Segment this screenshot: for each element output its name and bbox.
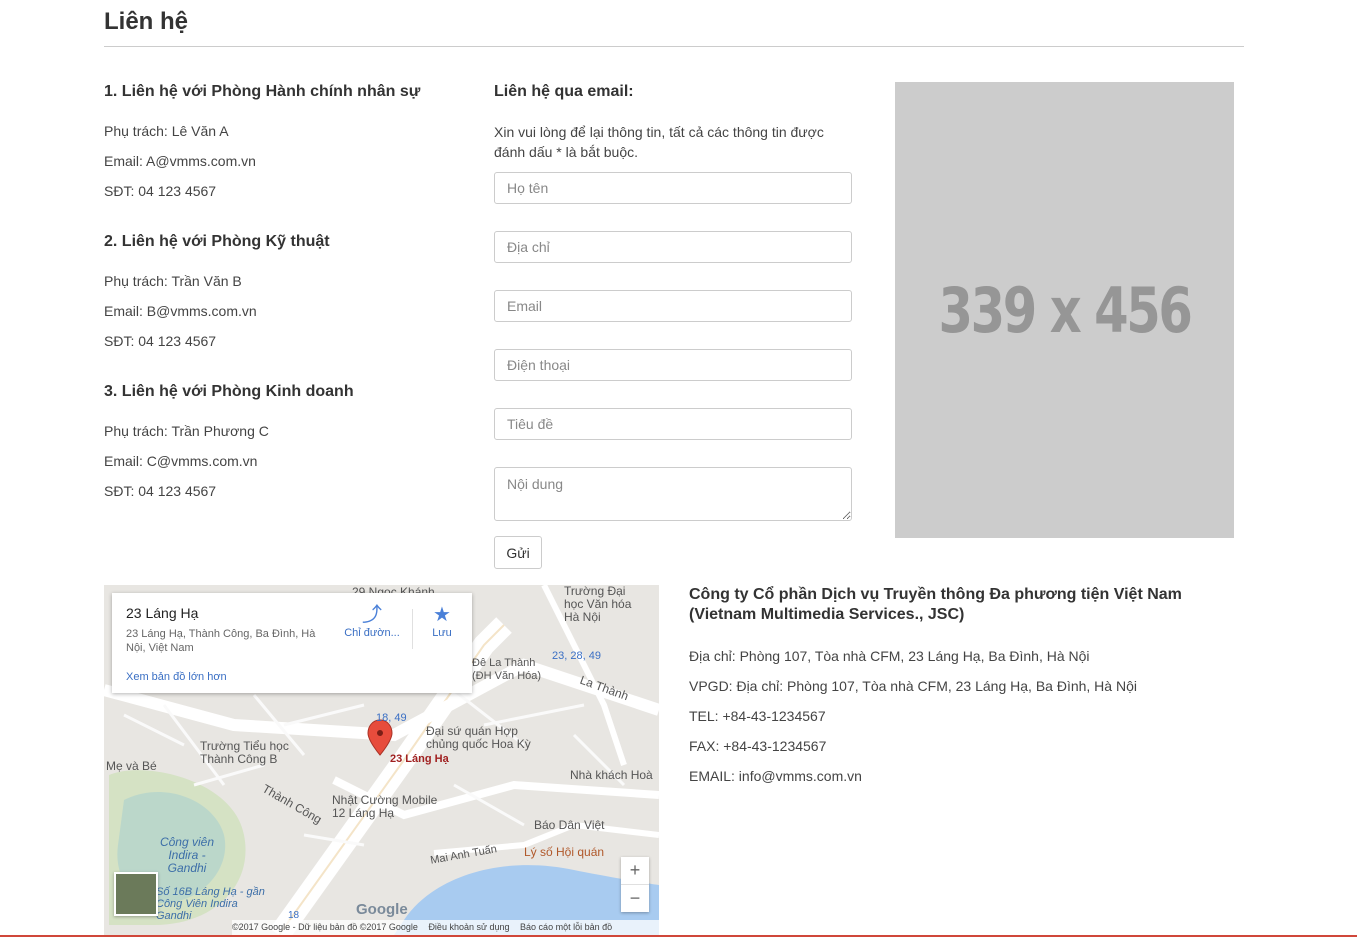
title-divider [104,46,1244,47]
map-label: Trường Đại học Văn hóa Hà Nội [564,585,632,624]
directions-label: Chỉ đườn... [344,627,400,639]
company-name: Công ty Cổ phần Dịch vụ Truyền thông Đa … [689,586,1182,623]
department-manager: Phụ trách: Trần Văn B [104,273,242,289]
company-fax: FAX: +84-43-1234567 [689,738,827,754]
map-attribution: ©2017 Google - Dữ liệu bản đồ ©2017 Goog… [232,922,418,932]
map-label: 23, 28, 49 [552,650,601,662]
email-field[interactable] [494,290,852,322]
name-field[interactable] [494,172,852,204]
map-label: Nhật Cường Mobile 12 Láng Hạ [332,793,438,820]
save-place-button[interactable]: ★ Lưu [422,603,462,639]
directions-icon: ⤴ [362,604,382,626]
company-address: Địa chỉ: Phòng 107, Tòa nhà CFM, 23 Láng… [689,648,1090,664]
terms-link[interactable]: Điều khoản sử dụng [428,922,509,932]
subject-field[interactable] [494,408,852,440]
map-label: 18, 49 [376,712,407,724]
map-place-name: 23 Láng Hạ [126,605,199,621]
map-label: Trường Tiểu học Thành Công B [200,739,289,766]
company-info: Công ty Cổ phần Dịch vụ Truyền thông Đa … [689,585,1209,797]
department-heading: 1. Liên hệ với Phòng Hành chính nhân sự [104,83,421,100]
save-label: Lưu [432,627,452,639]
placeholder-image-text: 339 x 456 [938,273,1193,347]
page-title: Liên hệ [104,8,189,35]
department-phone: SĐT: 04 123 4567 [104,183,217,199]
placeholder-image: 339 x 456 [895,82,1234,538]
address-field[interactable] [494,231,852,263]
map-attribution-bar: ©2017 Google - Dữ liệu bản đồ ©2017 Goog… [232,920,659,935]
department-manager: Phụ trách: Trần Phương C [104,423,269,439]
content-field[interactable] [494,467,852,521]
department-phone: SĐT: 04 123 4567 [104,333,217,349]
contact-form-header: Liên hệ qua email: Xin vui lòng để lại t… [494,82,854,162]
department-sales: 3. Liên hệ với Phòng Kinh doanh Phụ trác… [104,382,464,512]
map-label: Lý số Hội quán [524,845,605,859]
company-email: EMAIL: info@vmms.com.vn [689,768,862,784]
map-label: Công viên Indira - Gandhi [159,835,215,875]
embedded-map[interactable]: 29 Ngọc Khánh Trường Đại học Văn hóa Hà … [104,585,659,935]
map-pin-label: 23 Láng Hạ [390,753,449,765]
form-intro: Xin vui lòng để lại thông tin, tất cả cá… [494,124,824,160]
bigger-map-link[interactable]: Xem bản đồ lớn hơn [126,671,227,683]
department-email: Email: A@vmms.com.vn [104,153,256,169]
company-tel: TEL: +84-43-1234567 [689,708,826,724]
zoom-out-button[interactable]: − [621,885,649,912]
map-label: Nhà khách Hoà [570,768,653,782]
department-manager: Phụ trách: Lê Văn A [104,123,229,139]
map-info-card: 23 Láng Hạ 23 Láng Hạ, Thành Công, Ba Đì… [112,593,472,693]
department-heading: 3. Liên hệ với Phòng Kinh doanh [104,383,354,400]
department-technical: 2. Liên hệ với Phòng Kỹ thuật Phụ trách:… [104,232,464,362]
directions-button[interactable]: ⤴ Chỉ đườn... [342,603,402,639]
department-email: Email: C@vmms.com.vn [104,453,258,469]
map-label: Mẹ và Bé [106,759,157,773]
zoom-control: + − [621,857,649,912]
map-label: Số 16B Láng Hạ - gần Công Viên Indira Ga… [156,886,265,922]
department-phone: SĐT: 04 123 4567 [104,483,217,499]
zoom-in-button[interactable]: + [621,857,649,884]
report-link[interactable]: Báo cáo một lỗi bản đồ [520,922,612,932]
phone-field[interactable] [494,349,852,381]
map-label: Đại sứ quán Hợp chủng quốc Hoa Kỳ [426,724,531,751]
company-office: VPGD: Địa chỉ: Phòng 107, Tòa nhà CFM, 2… [689,678,1137,694]
star-icon: ★ [433,604,451,626]
send-button[interactable]: Gửi [494,536,542,569]
map-label: Báo Dân Việt [534,818,605,832]
department-email: Email: B@vmms.com.vn [104,303,257,319]
form-heading: Liên hệ qua email: [494,83,634,100]
satellite-toggle[interactable] [114,872,158,916]
map-label: Đê La Thành (ĐH Văn Hóa) [472,657,542,682]
department-heading: 2. Liên hệ với Phòng Kỹ thuật [104,233,330,250]
google-logo: Google [356,901,408,918]
card-divider [412,609,413,649]
department-hr: 1. Liên hệ với Phòng Hành chính nhân sự … [104,82,464,212]
map-place-address: 23 Láng Hạ, Thành Công, Ba Đình, Hà Nội,… [126,628,316,654]
